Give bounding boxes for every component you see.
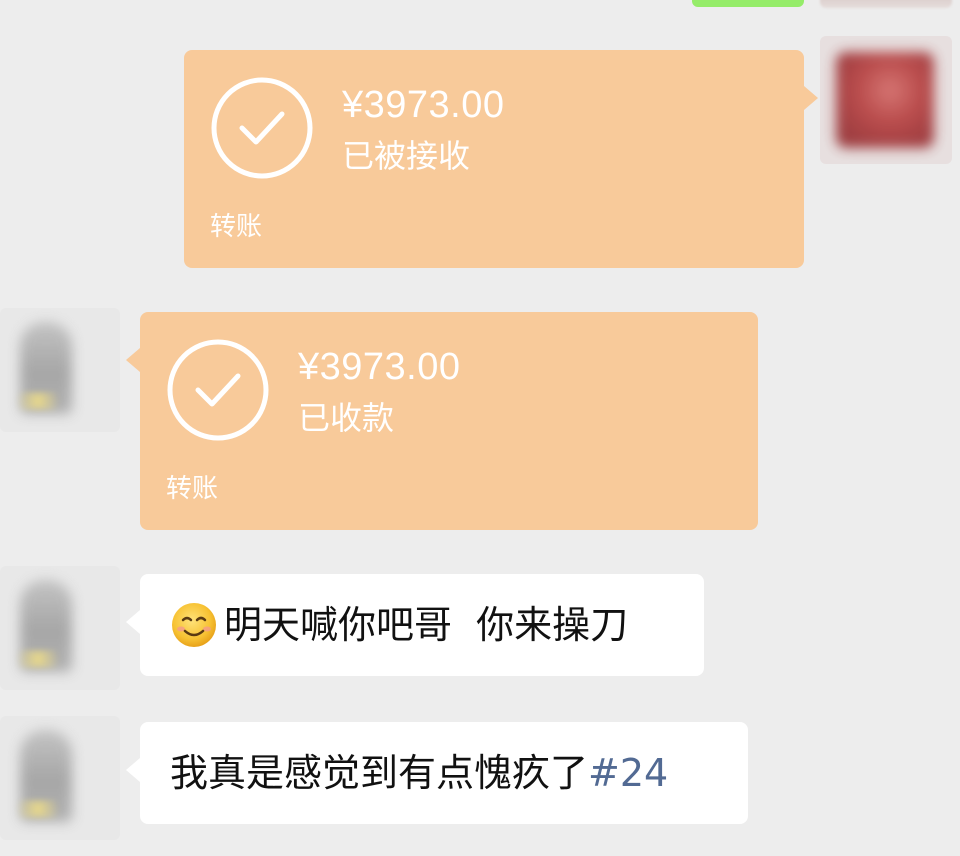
text-message[interactable]: 我真是感觉到有点愧疚了 #24 xyxy=(126,722,748,824)
hashtag-link[interactable]: #24 xyxy=(588,754,668,792)
bubble-tail xyxy=(804,86,818,110)
transfer-status: 已被接收 xyxy=(342,137,471,175)
contact-avatar[interactable] xyxy=(0,566,120,690)
sent-message-bubble-partial[interactable] xyxy=(692,0,804,7)
transfer-label: 转账 xyxy=(166,474,219,504)
message-text: 明天喊你吧哥 你来操刀 xyxy=(224,603,629,647)
check-circle-icon xyxy=(211,77,313,179)
message-text: 我真是感觉到有点愧疚了 xyxy=(170,751,589,795)
transfer-message-collected[interactable]: ¥3973.00 已收款 转账 xyxy=(126,312,758,530)
avatar-image xyxy=(836,52,934,148)
contact-avatar[interactable] xyxy=(0,308,120,432)
smiling-face-emoji xyxy=(172,603,216,647)
contact-avatar[interactable] xyxy=(0,716,120,840)
bubble-tail xyxy=(126,610,140,634)
transfer-message-received[interactable]: ¥3973.00 已被接收 转账 xyxy=(184,50,818,268)
transfer-amount: ¥3973.00 xyxy=(298,346,461,388)
bubble-tail xyxy=(126,348,140,372)
self-avatar[interactable] xyxy=(820,36,952,164)
avatar-highlight xyxy=(8,650,68,668)
transfer-label: 转账 xyxy=(210,212,263,242)
transfer-status: 已收款 xyxy=(298,399,395,437)
self-avatar-partial[interactable] xyxy=(820,0,952,8)
avatar-highlight xyxy=(8,392,68,410)
text-message[interactable]: 明天喊你吧哥 你来操刀 xyxy=(126,574,704,676)
avatar-highlight xyxy=(8,800,68,818)
check-circle-icon xyxy=(167,339,269,441)
bubble-tail xyxy=(126,758,140,782)
transfer-amount: ¥3973.00 xyxy=(342,84,505,126)
